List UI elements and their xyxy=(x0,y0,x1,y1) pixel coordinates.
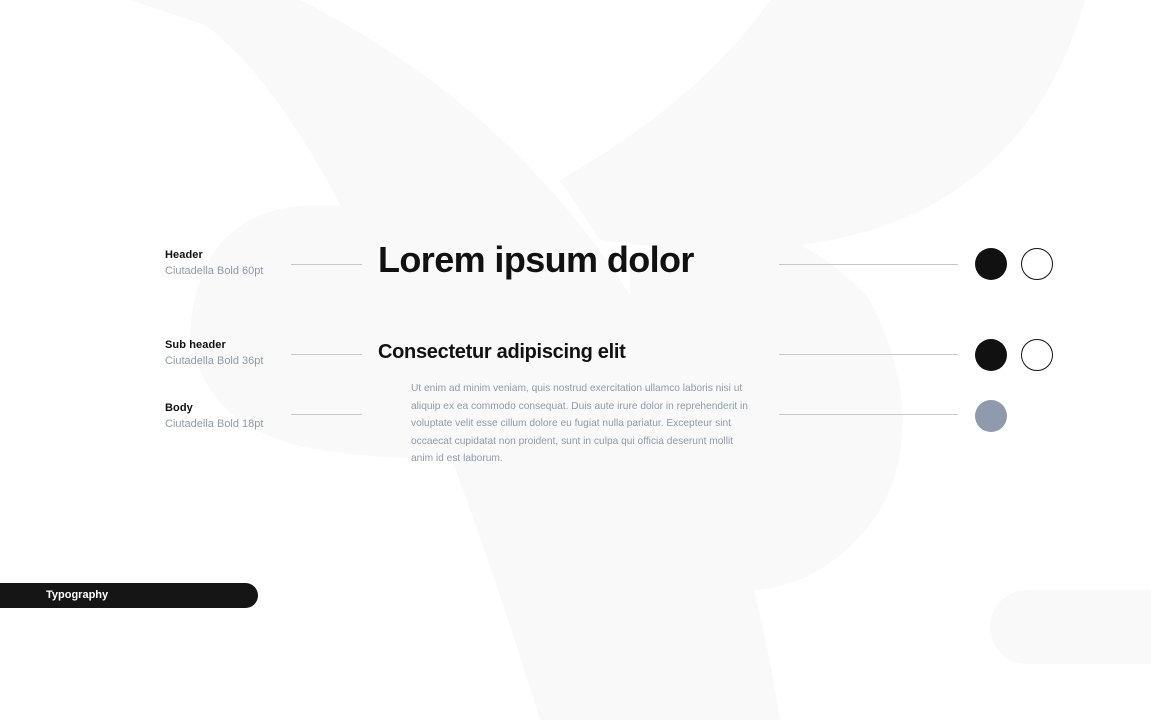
black-swatch-icon xyxy=(975,248,1007,280)
header-spec-name: Header xyxy=(165,249,203,261)
header-sample-text: Lorem ipsum dolor xyxy=(378,239,694,280)
subheader-right-rule xyxy=(779,354,958,355)
body-spec-detail: Ciutadella Bold 18pt xyxy=(165,418,264,430)
subheader-sample-text: Consectetur adipiscing elit xyxy=(378,341,626,363)
header-spec-detail: Ciutadella Bold 60pt xyxy=(165,265,264,277)
section-tag: Typography xyxy=(0,583,258,608)
subheader-left-rule xyxy=(291,354,362,355)
black-swatch-icon xyxy=(975,339,1007,371)
body-spec-name: Body xyxy=(165,402,193,414)
header-right-rule xyxy=(779,264,958,265)
body-right-rule xyxy=(779,414,958,415)
body-left-rule xyxy=(291,414,362,415)
white-swatch-icon xyxy=(1021,339,1053,371)
subheader-spec-detail: Ciutadella Bold 36pt xyxy=(165,355,264,367)
header-left-rule xyxy=(291,264,362,265)
typography-slide: Header Ciutadella Bold 60pt Lorem ipsum … xyxy=(0,0,1151,720)
gray-blue-swatch-icon xyxy=(975,400,1007,432)
body-sample-text: Ut enim ad minim veniam, quis nostrud ex… xyxy=(411,383,748,464)
white-swatch-icon xyxy=(1021,248,1053,280)
section-tag-label: Typography xyxy=(46,589,109,601)
subheader-spec-name: Sub header xyxy=(165,339,226,351)
